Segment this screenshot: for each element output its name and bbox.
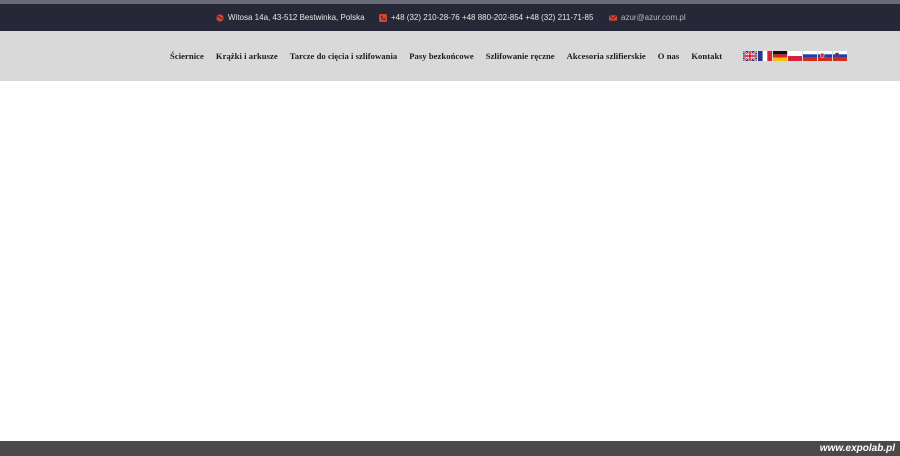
email-link[interactable]: azur@azur.com.pl (621, 13, 686, 22)
envelope-icon (609, 14, 617, 22)
contact-topbar: Witosa 14a, 43-512 Bestwinka, Polska +48… (0, 4, 900, 31)
nav-item-kontakt[interactable]: Kontakt (685, 51, 728, 61)
flag-si-icon[interactable] (833, 51, 847, 61)
language-flags (743, 51, 847, 61)
globe-icon (216, 13, 224, 22)
contact-email[interactable]: azur@azur.com.pl (609, 4, 686, 31)
address-text: Witosa 14a, 43-512 Bestwinka, Polska (228, 13, 365, 22)
nav-item-o-nas[interactable]: O nas (652, 51, 686, 61)
nav-item-krazki-i-arkusze[interactable]: Krążki i arkusze (210, 51, 284, 61)
flag-de-icon[interactable] (773, 51, 787, 61)
main-menu: Ściernice Krążki i arkusze Tarcze do cię… (164, 31, 728, 81)
flag-sk-icon[interactable] (818, 51, 832, 61)
phone-icon (379, 13, 387, 22)
contact-address: Witosa 14a, 43-512 Bestwinka, Polska (216, 4, 365, 31)
flag-en-icon[interactable] (743, 51, 757, 61)
phones-text[interactable]: +48 (32) 210-28-76 +48 880-202-854 +48 (… (391, 13, 593, 22)
contact-phones[interactable]: +48 (32) 210-28-76 +48 880-202-854 +48 (… (379, 4, 593, 31)
flag-pl-icon[interactable] (788, 51, 802, 61)
flag-fr-icon[interactable] (758, 51, 772, 61)
flag-ru-icon[interactable] (803, 51, 817, 61)
watermark-text: www.expolab.pl (819, 443, 895, 454)
nav-item-szlifowanie-reczne[interactable]: Szlifowanie ręczne (480, 51, 561, 61)
nav-item-sciernice[interactable]: Ściernice (164, 51, 210, 61)
nav-item-akcesoria[interactable]: Akcesoria szlifierskie (561, 51, 652, 61)
nav-item-tarcze[interactable]: Tarcze do cięcia i szlifowania (284, 51, 403, 61)
footer-bar: www.expolab.pl (0, 441, 900, 456)
nav-item-pasy-bezkoncowe[interactable]: Pasy bezkońcowe (403, 51, 479, 61)
